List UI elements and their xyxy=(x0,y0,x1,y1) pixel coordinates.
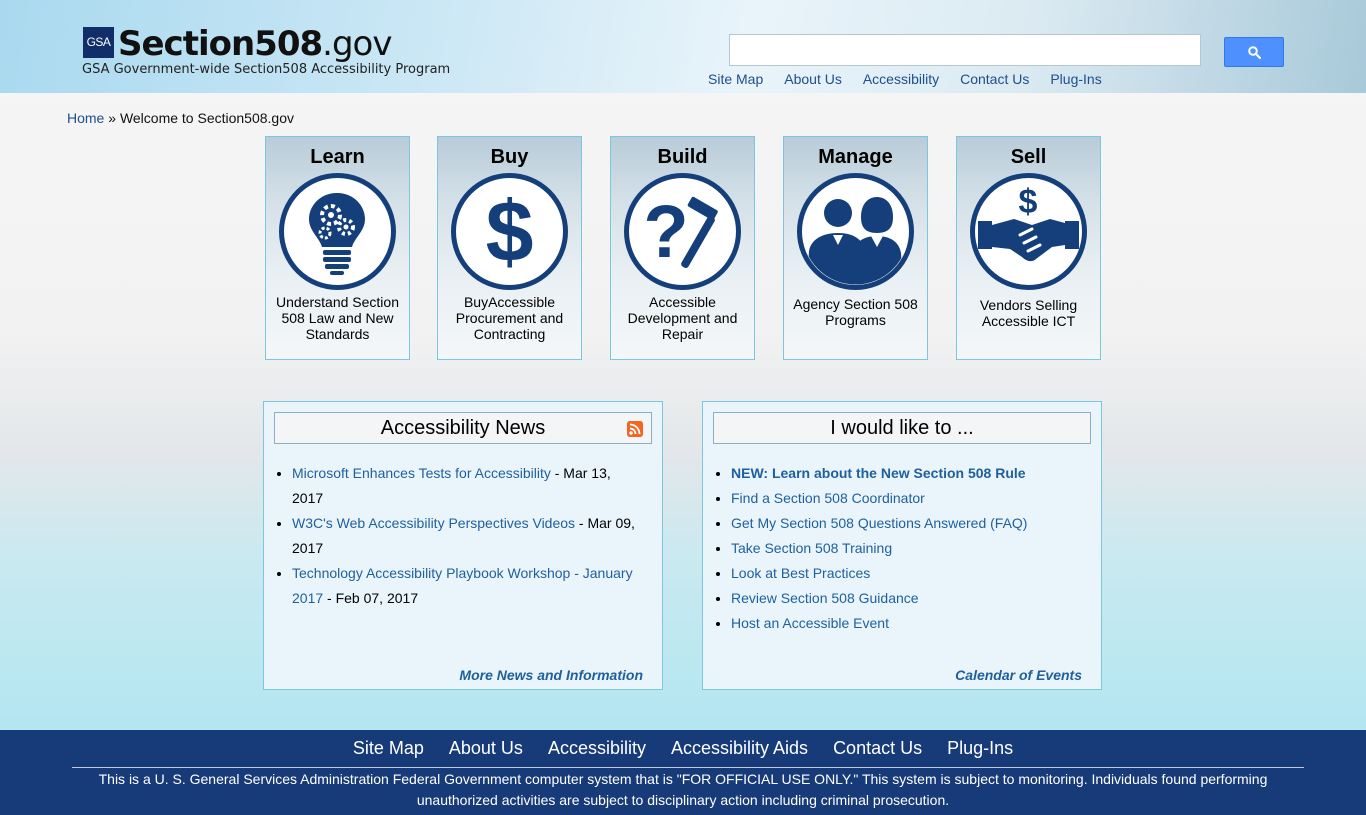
top-nav-about-us[interactable]: About Us xyxy=(784,71,842,87)
list-item: Get My Section 508 Questions Answered (F… xyxy=(731,511,1081,536)
news-panel-header: Accessibility News xyxy=(274,412,652,444)
search-icon xyxy=(1247,46,1261,60)
action-link-guidance[interactable]: Review Section 508 Guidance xyxy=(731,590,919,606)
svg-text:?: ? xyxy=(643,190,688,273)
footer-notice: This is a U. S. General Services Adminis… xyxy=(98,771,1268,808)
people-icon xyxy=(797,173,914,290)
action-link-event[interactable]: Host an Accessible Event xyxy=(731,615,889,631)
site-subtitle: GSA Government-wide Section508 Accessibi… xyxy=(82,62,451,77)
top-nav-accessibility[interactable]: Accessibility xyxy=(863,71,939,87)
tile-title: Sell xyxy=(1010,146,1047,168)
tile-description: Vendors Selling Accessible ICT xyxy=(979,297,1078,329)
footer-divider xyxy=(72,767,1304,768)
tile-sell[interactable]: Sell $ Vendors Selling Accessible ICT xyxy=(956,136,1101,360)
news-item: W3C's Web Accessibility Perspectives Vid… xyxy=(292,511,642,561)
breadcrumb: Home » Welcome to Section508.gov xyxy=(67,110,294,126)
footer-nav: Site Map About Us Accessibility Accessib… xyxy=(0,738,1366,759)
svg-text:$: $ xyxy=(1019,183,1038,221)
gsa-logo-badge[interactable]: GSA xyxy=(83,27,114,58)
question-hammer-icon: ? xyxy=(624,173,741,290)
logo-title-main: Section508 xyxy=(118,24,323,64)
actions-panel-title: I would like to ... xyxy=(830,417,974,439)
footer-nav-site-map[interactable]: Site Map xyxy=(353,738,424,758)
news-item-link[interactable]: Microsoft Enhances Tests for Accessibili… xyxy=(292,465,551,481)
calendar-of-events-link[interactable]: Calendar of Events xyxy=(955,667,1082,683)
top-nav-plug-ins[interactable]: Plug-Ins xyxy=(1050,71,1101,87)
list-item: Take Section 508 Training xyxy=(731,536,1081,561)
tile-learn[interactable]: Learn Understand Section 508 Law and New… xyxy=(265,136,410,360)
action-link-best-practices[interactable]: Look at Best Practices xyxy=(731,565,870,581)
news-item: Technology Accessibility Playbook Worksh… xyxy=(292,561,642,611)
footer-nav-plug-ins[interactable]: Plug-Ins xyxy=(947,738,1013,758)
tile-title: Learn xyxy=(310,146,365,168)
news-item: Microsoft Enhances Tests for Accessibili… xyxy=(292,461,642,511)
svg-text:$: $ xyxy=(486,184,534,280)
site-footer: Site Map About Us Accessibility Accessib… xyxy=(0,730,1366,815)
footer-nav-about-us[interactable]: About Us xyxy=(449,738,523,758)
footer-nav-accessibility-aids[interactable]: Accessibility Aids xyxy=(671,738,808,758)
news-panel: Accessibility News Microsoft Enhances Te… xyxy=(263,401,663,690)
top-nav-site-map[interactable]: Site Map xyxy=(708,71,763,87)
tile-description: Accessible Development and Repair xyxy=(627,294,738,342)
tile-description: Understand Section 508 Law and New Stand… xyxy=(276,294,399,342)
rss-feed-icon[interactable] xyxy=(627,421,643,437)
list-item: Host an Accessible Event xyxy=(731,611,1081,636)
breadcrumb-separator: » xyxy=(108,110,117,126)
news-item-date: - Feb 07, 2017 xyxy=(323,590,419,606)
list-item: Look at Best Practices xyxy=(731,561,1081,586)
list-item: Review Section 508 Guidance xyxy=(731,586,1081,611)
more-news-link[interactable]: More News and Information xyxy=(459,667,643,683)
news-panel-title: Accessibility News xyxy=(380,417,546,439)
breadcrumb-current: Welcome to Section508.gov xyxy=(119,110,295,126)
lightbulb-gears-icon xyxy=(279,173,396,290)
tile-title: Manage xyxy=(818,146,893,168)
actions-panel: I would like to ... NEW: Learn about the… xyxy=(702,401,1102,690)
actions-panel-header: I would like to ... xyxy=(713,412,1091,444)
tile-title: Build xyxy=(657,146,708,168)
breadcrumb-home[interactable]: Home xyxy=(67,110,104,126)
top-nav: Site Map About Us Accessibility Contact Us P… xyxy=(708,71,1123,87)
handshake-dollar-icon: $ xyxy=(970,173,1087,290)
tile-build[interactable]: Build ? Accessible Development and Repai… xyxy=(610,136,755,360)
news-list: Microsoft Enhances Tests for Accessibili… xyxy=(274,461,642,611)
dollar-sign-icon: $ xyxy=(451,173,568,290)
logo-title-suffix: .gov xyxy=(322,24,392,64)
tile-buy[interactable]: Buy $ BuyAccessible Procurement and Cont… xyxy=(437,136,582,360)
top-nav-contact-us[interactable]: Contact Us xyxy=(960,71,1029,87)
action-link-coordinator[interactable]: Find a Section 508 Coordinator xyxy=(731,490,925,506)
tile-description: Agency Section 508 Programs xyxy=(793,296,918,328)
footer-nav-contact-us[interactable]: Contact Us xyxy=(833,738,922,758)
action-link-training[interactable]: Take Section 508 Training xyxy=(731,540,892,556)
search-button[interactable] xyxy=(1224,37,1284,67)
tile-title: Buy xyxy=(490,146,529,168)
list-item: NEW: Learn about the New Section 508 Rul… xyxy=(731,461,1081,486)
action-link-new-rule[interactable]: NEW: Learn about the New Section 508 Rul… xyxy=(731,465,1026,481)
actions-list: NEW: Learn about the New Section 508 Rul… xyxy=(713,461,1081,636)
list-item: Find a Section 508 Coordinator xyxy=(731,486,1081,511)
news-item-link[interactable]: W3C's Web Accessibility Perspectives Vid… xyxy=(292,515,575,531)
search-input[interactable] xyxy=(729,34,1201,66)
site-logo-title[interactable]: Section508.gov xyxy=(118,24,392,64)
footer-nav-accessibility[interactable]: Accessibility xyxy=(548,738,646,758)
tile-manage[interactable]: Manage Agency Section 508 Programs xyxy=(783,136,928,360)
action-link-faq[interactable]: Get My Section 508 Questions Answered (F… xyxy=(731,515,1027,531)
site-header: GSA Section508.gov GSA Government-wide S… xyxy=(0,0,1366,93)
tile-description: BuyAccessible Procurement and Contractin… xyxy=(455,294,564,342)
